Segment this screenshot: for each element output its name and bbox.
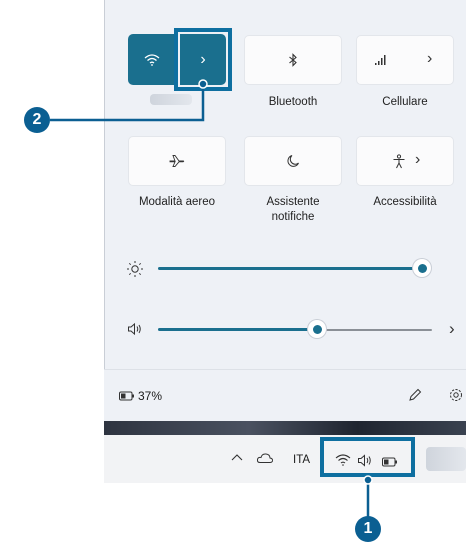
callout-badge-2: 2 (24, 107, 50, 133)
callout-leader-lines (50, 79, 373, 520)
callout-badge-1: 1 (355, 516, 381, 542)
